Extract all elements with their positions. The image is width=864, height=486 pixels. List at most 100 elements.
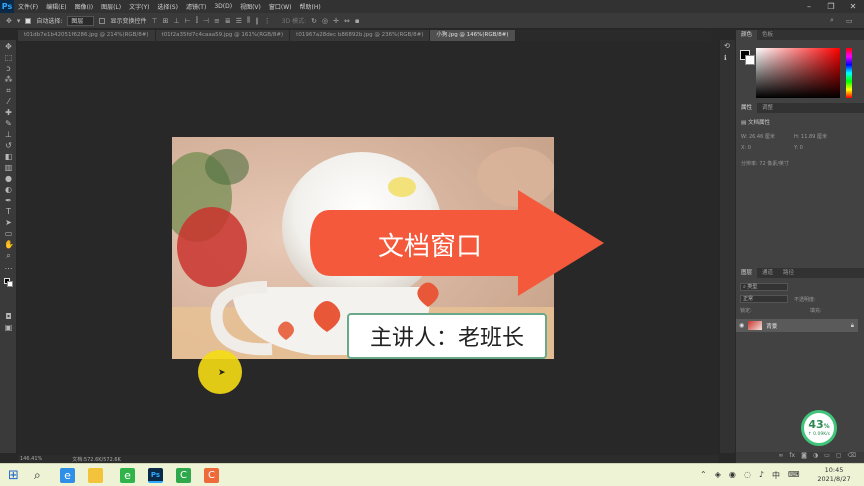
layer-row-background[interactable]: ◉ 背景 🔒︎ <box>736 319 858 332</box>
menu-window[interactable]: 窗口(W) <box>265 2 296 11</box>
close-icon[interactable]: ✕ <box>842 0 864 13</box>
minimize-icon[interactable]: – <box>798 0 820 13</box>
clone-stamp-icon[interactable]: ⊥ <box>4 131 13 139</box>
type-tool-icon[interactable]: T <box>4 208 13 216</box>
tab-adjustments[interactable]: 调整 <box>757 103 778 113</box>
y-value[interactable]: 0 <box>800 145 803 151</box>
background-color[interactable] <box>745 55 755 65</box>
recorder-icon[interactable]: C <box>204 468 219 483</box>
pen-tool-icon[interactable]: ✒ <box>4 197 13 205</box>
chevron-up-icon[interactable]: ⌃ <box>700 470 707 481</box>
menu-type[interactable]: 文字(Y) <box>125 2 153 11</box>
screen-mode-icon[interactable]: ▣ <box>4 324 13 332</box>
move-tool-icon[interactable]: ✥ <box>4 43 13 51</box>
tab-swatches[interactable]: 色板 <box>757 30 778 40</box>
adjustment-icon[interactable]: ◑ <box>813 452 818 462</box>
width-value[interactable]: 26.46 厘米 <box>749 134 775 140</box>
auto-select-dropdown[interactable]: 图层 <box>67 15 95 26</box>
photoshop-taskbar-icon[interactable]: Ps <box>148 468 163 483</box>
file-explorer-icon[interactable] <box>88 468 103 483</box>
brush-tool-icon[interactable]: ✎ <box>4 120 13 128</box>
align-middle-icon[interactable]: ⊞ <box>163 17 169 25</box>
ie-browser-icon[interactable]: e <box>60 468 75 483</box>
link-icon[interactable]: ∞ <box>778 452 783 462</box>
3d-roll-icon[interactable]: ◎ <box>322 17 328 25</box>
tab-paths[interactable]: 路径 <box>778 268 799 278</box>
x-value[interactable]: 0 <box>748 145 751 151</box>
blend-mode-select[interactable]: 正常 <box>740 295 788 303</box>
magic-wand-icon[interactable]: ⁂ <box>4 76 13 84</box>
new-layer-icon[interactable]: ▢ <box>836 452 842 462</box>
distribute-icon[interactable]: ≡ <box>214 17 220 25</box>
windows-start-icon[interactable]: ⊞ <box>8 468 23 483</box>
menu-3d[interactable]: 3D(D) <box>210 3 236 10</box>
auto-select-checkbox[interactable] <box>25 17 32 24</box>
properties-icon[interactable]: ℹ <box>724 54 727 62</box>
folder-icon[interactable]: ▭ <box>824 452 830 462</box>
history-brush-icon[interactable]: ↺ <box>4 142 13 150</box>
menu-select[interactable]: 选择(S) <box>153 2 182 11</box>
visibility-eye-icon[interactable]: ◉ <box>739 322 744 329</box>
healing-brush-icon[interactable]: ✚ <box>4 109 13 117</box>
3d-rotate-icon[interactable]: ↻ <box>311 17 317 25</box>
gradient-tool-icon[interactable]: ▥ <box>4 164 13 172</box>
marquee-tool-icon[interactable]: ⬚ <box>4 54 13 62</box>
menu-help[interactable]: 帮助(H) <box>296 2 325 11</box>
tab-channels[interactable]: 通道 <box>757 268 778 278</box>
fx-icon[interactable]: fx <box>789 452 795 462</box>
hand-tool-icon[interactable]: ✋ <box>4 241 14 249</box>
menu-filter[interactable]: 滤镜(T) <box>182 2 210 11</box>
quick-mask-icon[interactable]: ◘ <box>4 313 13 321</box>
tab-properties[interactable]: 属性 <box>736 103 758 113</box>
security-icon[interactable]: ◈ <box>715 470 721 481</box>
chevron-down-icon[interactable]: ▾ <box>17 17 21 25</box>
3d-scale-icon[interactable]: ▪ <box>355 17 360 25</box>
menu-edit[interactable]: 编辑(E) <box>42 2 70 11</box>
search-icon[interactable]: ⌕ <box>34 468 49 483</box>
input-method[interactable]: 中 <box>772 470 780 481</box>
align-center-icon[interactable]: ⫿ <box>196 16 198 25</box>
zoom-tool-icon[interactable]: ⌕ <box>4 252 13 260</box>
height-value[interactable]: 11.89 厘米 <box>801 134 827 140</box>
more-tools-icon[interactable]: ⋯ <box>4 265 13 273</box>
color-picker-field[interactable] <box>756 48 840 98</box>
distribute-icon[interactable]: ☰ <box>236 17 242 25</box>
align-top-icon[interactable]: ⊤ <box>151 17 157 25</box>
workspace-icon[interactable]: ▭ <box>846 17 853 25</box>
hue-slider[interactable] <box>846 48 852 98</box>
search-icon[interactable]: ⌕ <box>830 16 834 25</box>
distribute-icon[interactable]: ⫼ <box>247 16 250 25</box>
distribute-icon[interactable]: ∥ <box>255 17 259 25</box>
move-tool-icon[interactable]: ✥ <box>6 17 12 25</box>
align-bottom-icon[interactable]: ⊥ <box>173 17 179 25</box>
wifi-icon[interactable]: ◌ <box>744 470 751 481</box>
layer-kind-filter[interactable]: ⌕ 类型 <box>740 283 788 291</box>
3d-slide-icon[interactable]: ⇔ <box>344 17 350 25</box>
tab-layers[interactable]: 图层 <box>736 268 758 278</box>
shape-tool-icon[interactable]: ▭ <box>4 230 13 238</box>
volume-icon[interactable]: ♪ <box>759 470 764 481</box>
zoom-level[interactable]: 146.41% <box>20 456 42 462</box>
tab-doc-3[interactable]: t01967a28dec b86892b.jpg @ 236%(RGB/8#) <box>290 30 431 41</box>
eraser-tool-icon[interactable]: ◧ <box>4 153 13 161</box>
app-tray-icon[interactable]: ◉ <box>729 470 736 481</box>
crop-tool-icon[interactable]: ⌗ <box>4 87 13 95</box>
camtasia-icon[interactable]: C <box>176 468 191 483</box>
tab-doc-1[interactable]: t01db7e1b42051f6286.jpg @ 214%(RGB/8#) <box>18 30 156 41</box>
lasso-tool-icon[interactable]: ↄ <box>4 65 13 73</box>
menu-file[interactable]: 文件(F) <box>14 2 42 11</box>
eyedropper-icon[interactable]: ⁄ <box>4 98 13 106</box>
menu-layer[interactable]: 图层(L) <box>97 2 125 11</box>
distribute-icon[interactable]: ⋮ <box>264 17 271 25</box>
path-select-icon[interactable]: ➤ <box>4 219 13 227</box>
tab-color[interactable]: 颜色 <box>736 30 758 40</box>
3d-pan-icon[interactable]: ✛ <box>333 17 339 25</box>
maximize-icon[interactable]: ❐ <box>820 0 842 13</box>
show-transform-checkbox[interactable] <box>99 17 106 24</box>
blur-tool-icon[interactable]: ● <box>4 175 13 183</box>
history-icon[interactable]: ⟲ <box>724 42 730 50</box>
tab-doc-active[interactable]: 小狗.jpg @ 146%(RGB/8#) <box>430 30 516 41</box>
browser-icon[interactable]: e <box>120 468 135 483</box>
menu-view[interactable]: 视图(V) <box>236 2 265 11</box>
network-speed-badge[interactable]: 43% ↑ 0.09K/s <box>801 410 837 446</box>
